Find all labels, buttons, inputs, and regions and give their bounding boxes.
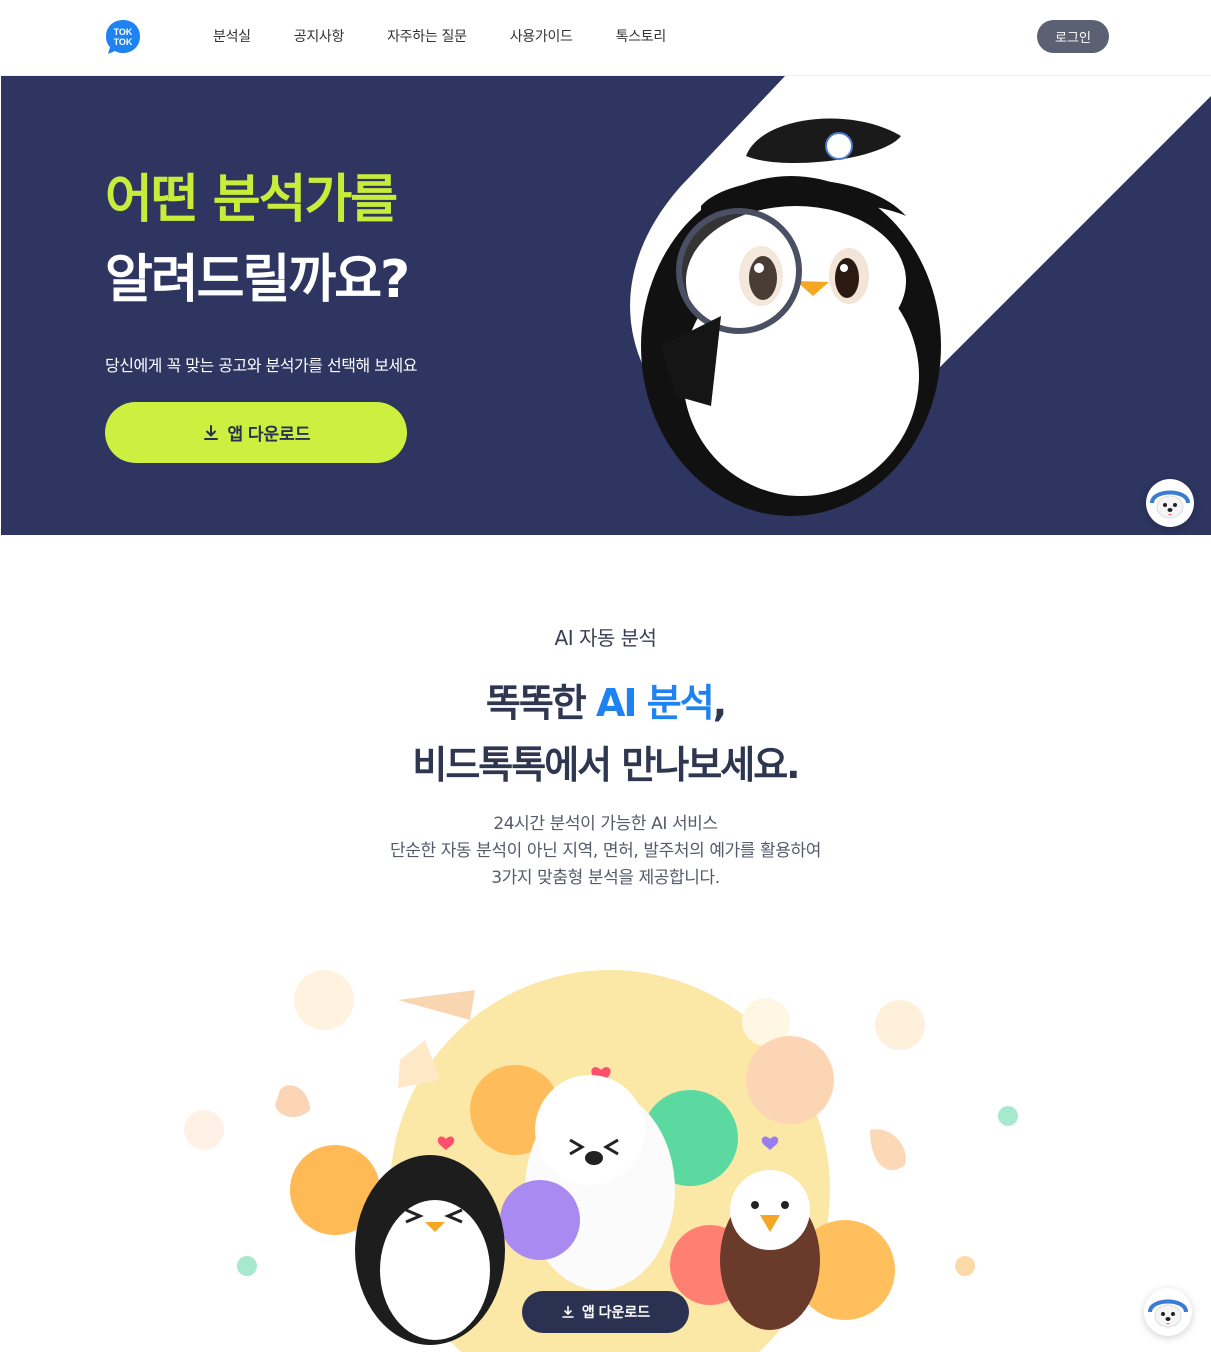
section-description: 24시간 분석이 가능한 AI 서비스 단순한 자동 분석이 아닌 지역, 면허… xyxy=(0,811,1211,892)
hero-title: 어떤 분석가를 알려드릴까요? xyxy=(105,160,410,320)
desc-line: 24시간 분석이 가능한 AI 서비스 xyxy=(493,814,718,834)
hero-banner: 어떤 분석가를 알려드릴까요? 당신에게 꼭 맞는 공고와 분석가를 선택해 보… xyxy=(1,76,1211,535)
dog-mascot-icon xyxy=(1148,481,1192,525)
hero-download-button[interactable]: 앱 다운로드 xyxy=(105,402,407,463)
svg-text:TOK: TOK xyxy=(114,27,133,37)
headline-text: 똑똑한 xyxy=(485,681,596,725)
helper-chat-button-bottom[interactable] xyxy=(1144,1288,1192,1336)
nav-item-tok-story[interactable]: 톡스토리 xyxy=(616,26,667,46)
floating-download-button[interactable]: 앱 다운로드 xyxy=(522,1291,689,1333)
hero-download-label: 앱 다운로드 xyxy=(227,425,311,444)
headline-comma: , xyxy=(712,681,728,725)
site-header: TOK TOK 분석실 공지사항 자주하는 질문 사용가이드 톡스토리 로그인 xyxy=(0,0,1211,76)
nav-item-user-guide[interactable]: 사용가이드 xyxy=(510,26,573,46)
desc-line: 3가지 맞춤형 분석을 제공합니다. xyxy=(491,868,720,888)
download-icon xyxy=(562,1305,574,1318)
floating-download-label: 앱 다운로드 xyxy=(581,1304,651,1320)
logo-icon: TOK TOK xyxy=(106,20,140,54)
headline-line2: 비드톡톡에서 만나보세요. xyxy=(412,743,800,787)
hero-subtitle: 당신에게 꼭 맞는 공고와 분석가를 선택해 보세요 xyxy=(105,356,417,375)
desc-line: 단순한 자동 분석이 아닌 지역, 면허, 발주처의 예가를 활용하여 xyxy=(389,841,822,861)
login-button[interactable]: 로그인 xyxy=(1037,20,1109,53)
helper-chat-button[interactable] xyxy=(1146,479,1194,527)
nav-item-faq[interactable]: 자주하는 질문 xyxy=(387,26,467,46)
nav-item-notices[interactable]: 공지사항 xyxy=(294,26,345,46)
main-nav: 분석실 공지사항 자주하는 질문 사용가이드 톡스토리 xyxy=(213,26,709,46)
nav-item-analysis-room[interactable]: 분석실 xyxy=(213,26,251,46)
svg-text:TOK: TOK xyxy=(114,37,133,47)
section-headline: 똑똑한 AI 분석, 비드톡톡에서 만나보세요. xyxy=(0,672,1211,796)
hero-title-line2: 알려드릴까요? xyxy=(105,250,410,310)
tok-tok-logo[interactable]: TOK TOK xyxy=(105,19,141,55)
section-eyebrow: AI 자동 분석 xyxy=(554,626,657,650)
headline-accent: AI 분석 xyxy=(595,681,715,725)
hero-title-line1: 어떤 분석가를 xyxy=(105,170,398,230)
download-icon xyxy=(203,424,218,440)
dog-mascot-icon xyxy=(1146,1290,1190,1334)
